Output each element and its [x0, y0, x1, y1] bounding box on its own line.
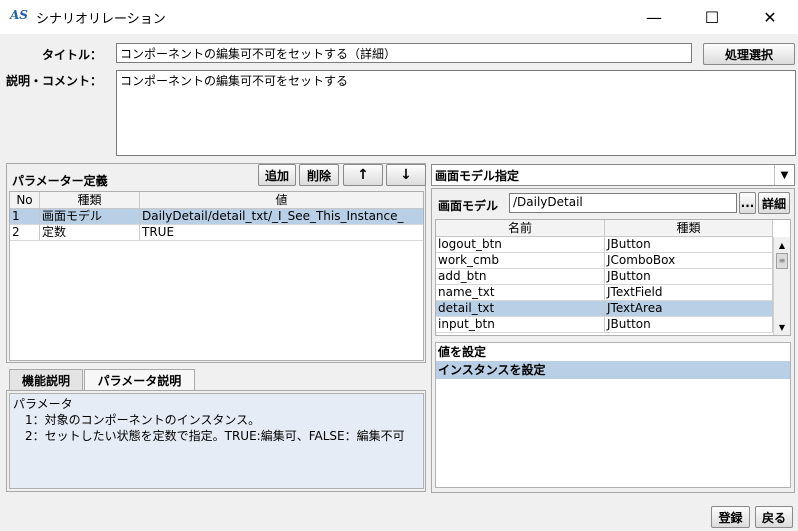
component-table-scrollbar[interactable]: ▲ ≡ ▼ — [773, 237, 790, 335]
component-table: 名前 種類 logout_btn JButton work_cmb JCombo… — [435, 219, 791, 336]
column-header-no[interactable]: No — [10, 192, 40, 209]
row-name: detail_txt — [436, 301, 605, 317]
scroll-up-icon[interactable]: ▲ — [774, 237, 790, 253]
maximize-icon: ☐ — [704, 7, 720, 27]
dropdown-value: 画面モデル指定 — [435, 168, 520, 183]
column-header-value[interactable]: 値 — [140, 192, 423, 209]
row-no: 1 — [10, 209, 40, 225]
table-row[interactable]: work_cmb JComboBox — [436, 253, 790, 269]
column-header-type[interactable]: 種類 — [605, 220, 773, 237]
row-type: JButton — [605, 269, 773, 285]
row-value: DailyDetail/detail_txt/_I_See_This_Insta… — [140, 209, 423, 225]
arrow-up-icon: ↑ — [357, 167, 369, 183]
row-value: TRUE — [140, 225, 423, 241]
process-select-button[interactable]: 処理選択 — [703, 43, 795, 65]
row-name: input_btn — [436, 317, 605, 333]
table-row[interactable]: name_txt JTextField — [436, 285, 790, 301]
description-line: 2：セットしたい状態を定数で指定。TRUE:編集可、FALSE：編集不可 — [13, 429, 405, 443]
move-up-button[interactable]: ↑ — [343, 164, 383, 186]
register-button[interactable]: 登録 — [711, 506, 750, 528]
minimize-button[interactable]: — — [630, 0, 678, 34]
parameter-table-header: No 種類 値 — [10, 192, 423, 209]
row-name: work_cmb — [436, 253, 605, 269]
row-type: JButton — [605, 317, 773, 333]
scroll-down-icon[interactable]: ▼ — [774, 319, 790, 335]
maximize-button[interactable]: ☐ — [688, 0, 736, 34]
row-name: name_txt — [436, 285, 605, 301]
screen-model-label: 画面モデル — [438, 199, 499, 213]
row-type: JButton — [605, 237, 773, 253]
detail-button[interactable]: 詳細 — [758, 192, 790, 214]
parameter-table: No 種類 値 1 画面モデル DailyDetail/detail_txt/_… — [9, 191, 424, 361]
table-row[interactable]: detail_txt JTextArea — [436, 301, 790, 317]
screen-model-input[interactable]: /DailyDetail — [509, 193, 737, 213]
component-table-header: 名前 種類 — [436, 220, 790, 237]
scrollbar-thumb[interactable]: ≡ — [776, 253, 788, 269]
table-row[interactable]: 2 定数 TRUE — [10, 225, 423, 241]
column-header-type[interactable]: 種類 — [40, 192, 140, 209]
description-content: パラメータ 1：対象のコンポーネントのインスタンス。 2：セットしたい状態を定数… — [9, 393, 424, 489]
close-icon: ✕ — [763, 7, 777, 27]
table-row[interactable]: add_btn JButton — [436, 269, 790, 285]
table-row[interactable]: logout_btn JButton — [436, 237, 790, 253]
window-title: シナリオリレーション — [36, 12, 166, 27]
tab-parameter-description[interactable]: パラメータ説明 — [84, 369, 195, 391]
description-line: 1：対象のコンポーネントのインスタンス。 — [13, 413, 261, 427]
screen-model-dropdown[interactable]: 画面モデル指定 ▼ — [431, 164, 795, 186]
column-header-name[interactable]: 名前 — [436, 220, 605, 237]
add-parameter-button[interactable]: 追加 — [258, 164, 296, 186]
comment-label: 説明・コメント： — [6, 74, 103, 88]
move-down-button[interactable]: ↓ — [386, 164, 426, 186]
title-label: タイトル： — [42, 48, 103, 62]
list-item[interactable]: インスタンスを設定 — [436, 361, 790, 379]
minimize-icon: — — [646, 7, 662, 27]
row-type: JComboBox — [605, 253, 773, 269]
back-button[interactable]: 戻る — [755, 506, 793, 528]
close-button[interactable]: ✕ — [746, 0, 794, 34]
row-type: 定数 — [40, 225, 140, 241]
delete-parameter-button[interactable]: 削除 — [299, 164, 339, 186]
chevron-down-icon: ▼ — [774, 165, 794, 185]
row-type: JTextField — [605, 285, 773, 301]
action-list: 値を設定 インスタンスを設定 — [435, 342, 791, 488]
parameter-heading: パラメーター定義 — [12, 174, 108, 188]
list-item[interactable]: 値を設定 — [436, 343, 790, 361]
browse-button[interactable]: ... — [739, 192, 756, 214]
row-name: logout_btn — [436, 237, 605, 253]
row-type: 画面モデル — [40, 209, 140, 225]
row-name: add_btn — [436, 269, 605, 285]
table-row[interactable]: input_btn JButton — [436, 317, 790, 333]
table-row[interactable]: 1 画面モデル DailyDetail/detail_txt/_I_See_Th… — [10, 209, 423, 225]
arrow-down-icon: ↓ — [400, 167, 412, 183]
comment-textarea[interactable]: コンポーネントの編集可不可をセットする — [116, 70, 796, 156]
row-no: 2 — [10, 225, 40, 241]
title-input[interactable]: コンポーネントの編集可不可をセットする（詳細） — [116, 43, 692, 63]
row-type: JTextArea — [605, 301, 773, 317]
tab-function-description[interactable]: 機能説明 — [9, 369, 83, 390]
app-logo-icon: AS — [10, 8, 28, 22]
description-line: パラメータ — [13, 397, 73, 411]
